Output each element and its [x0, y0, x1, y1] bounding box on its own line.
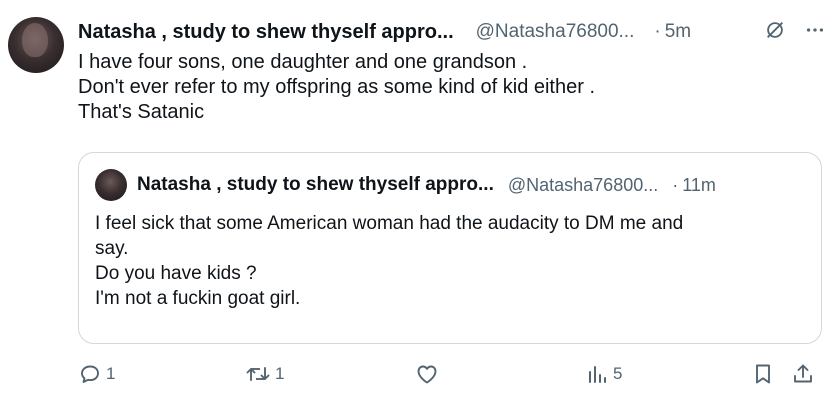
quoted-line: say.: [95, 238, 129, 259]
quoted-author-handle: @Natasha76800...: [507, 174, 659, 195]
reply-button[interactable]: 1: [78, 362, 115, 386]
repost-button[interactable]: 1: [245, 362, 284, 386]
quoted-line: Do you have kids ?: [95, 263, 257, 284]
like-icon: [415, 362, 439, 386]
post-line: That's Satanic: [78, 101, 205, 123]
repost-count: 1: [275, 364, 285, 383]
share-icon: [791, 362, 815, 386]
separator: ·: [654, 21, 661, 42]
quoted-line: I feel sick that some American woman had…: [95, 213, 684, 234]
avatar[interactable]: [8, 17, 64, 73]
quoted-post[interactable]: Natasha , study to shew thyself appro...…: [78, 152, 822, 344]
post-line: I have four sons, one daughter and one g…: [78, 51, 528, 73]
bookmark-button[interactable]: [751, 362, 775, 386]
quoted-timestamp: 11m: [682, 174, 716, 195]
views-button[interactable]: 5: [585, 362, 622, 386]
quoted-avatar: [95, 169, 127, 201]
quoted-header: Natasha , study to shew thyself appro...…: [95, 169, 716, 201]
post-header: Natasha , study to shew thyself appro...…: [78, 17, 826, 47]
author-handle[interactable]: @Natasha76800...: [476, 21, 635, 43]
quoted-line: I'm not a fuckin goat girl.: [95, 288, 301, 309]
post-text: I have four sons, one daughter and one g…: [78, 50, 798, 125]
more-icon[interactable]: [804, 19, 826, 46]
separator: ·: [672, 174, 679, 195]
quoted-text: I feel sick that some American woman had…: [95, 211, 805, 311]
author-name[interactable]: Natasha , study to shew thyself appro...: [78, 21, 454, 44]
grok-icon[interactable]: [764, 19, 786, 46]
bookmark-icon: [751, 362, 775, 386]
reply-icon: [78, 362, 102, 386]
views-icon: [585, 362, 609, 386]
share-button[interactable]: [791, 362, 815, 386]
repost-icon: [245, 362, 271, 386]
reply-count: 1: [106, 364, 116, 383]
post-line: Don't ever refer to my offspring as some…: [78, 76, 596, 98]
action-bar: 1 1 5: [78, 362, 822, 392]
views-count: 5: [613, 364, 623, 383]
like-button[interactable]: [415, 362, 443, 386]
timestamp[interactable]: 5m: [665, 21, 691, 43]
quoted-author-name: Natasha , study to shew thyself appro...: [137, 174, 494, 195]
